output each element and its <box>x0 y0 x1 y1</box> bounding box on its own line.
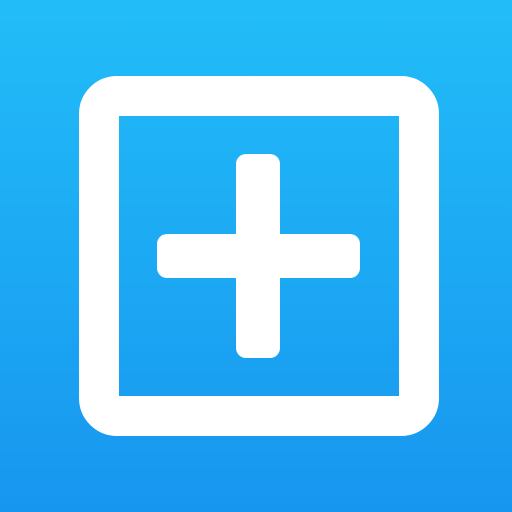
app-icon-canvas <box>0 0 512 512</box>
add-square-icon[interactable] <box>0 0 512 512</box>
plus-horizontal-bar <box>157 234 360 278</box>
